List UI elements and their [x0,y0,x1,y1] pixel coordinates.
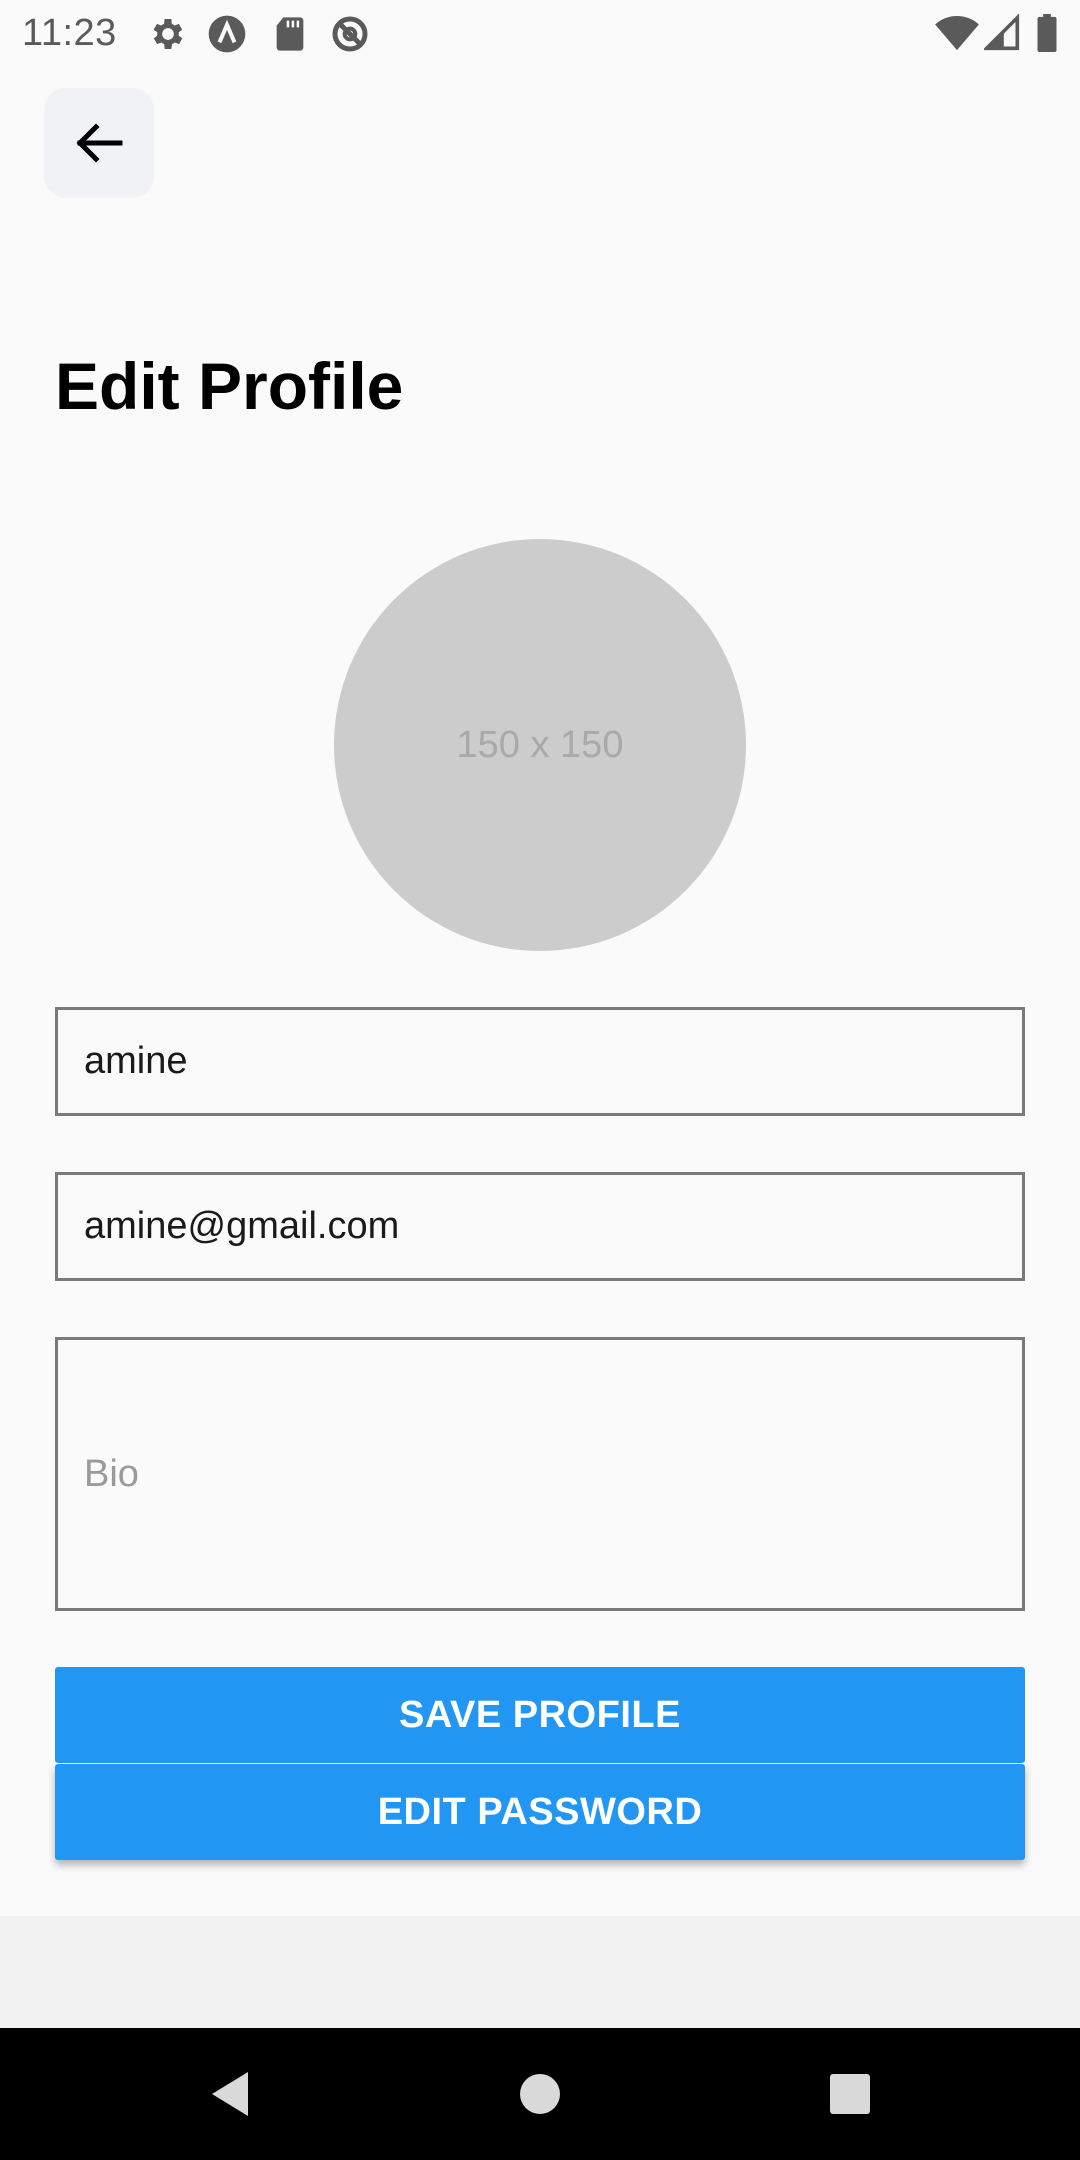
nav-back-button[interactable] [190,2028,270,2160]
save-profile-button[interactable]: SAVE PROFILE [55,1667,1025,1763]
email-field[interactable]: amine@gmail.com [55,1172,1025,1281]
status-time: 11:23 [22,12,117,54]
bio-field-placeholder: Bio [84,1452,139,1495]
home-circle-icon [520,2074,560,2114]
signal-icon [984,14,1020,51]
status-bar: 11:23 [0,0,1080,66]
email-field-value: amine@gmail.com [84,1205,400,1247]
recents-square-icon [830,2074,870,2114]
nav-home-button[interactable] [500,2028,580,2160]
a-circle-icon [208,15,246,53]
nav-recents-button[interactable] [810,2028,890,2160]
page-title: Edit Profile [55,349,404,423]
name-field[interactable]: amine [55,1007,1025,1116]
back-triangle-icon [212,2072,248,2116]
avatar[interactable]: 150 x 150 [334,539,746,951]
settings-icon [153,19,183,49]
sd-card-icon [276,17,304,51]
bottom-area [0,1916,1080,2028]
back-button[interactable] [44,88,154,198]
battery-icon [1037,14,1057,52]
arrow-left-icon [76,123,123,163]
no-sync-icon [332,16,368,52]
wifi-icon [935,15,979,51]
name-field-value: amine [84,1040,188,1082]
avatar-placeholder-text: 150 x 150 [456,723,624,766]
navigation-bar [0,2028,1080,2160]
bio-field[interactable]: Bio [55,1337,1025,1611]
edit-password-button[interactable]: EDIT PASSWORD [55,1764,1025,1860]
